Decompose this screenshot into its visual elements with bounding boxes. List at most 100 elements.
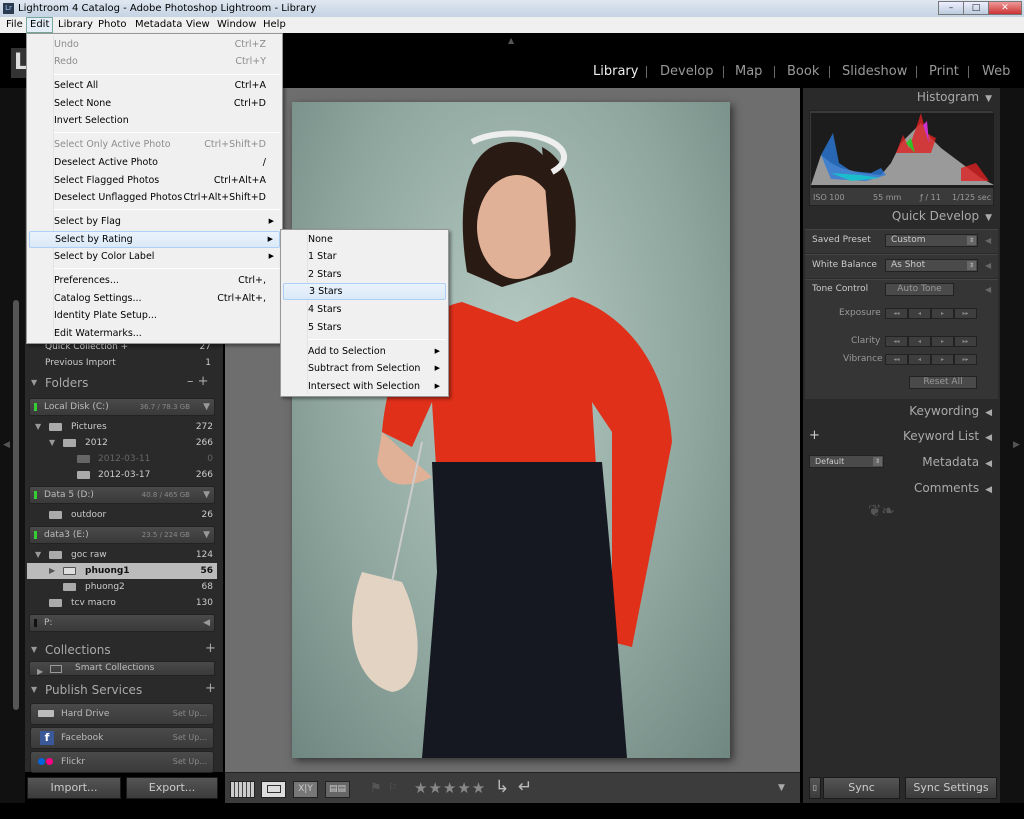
comments-header[interactable]: Comments ◀ — [914, 481, 992, 495]
clarity-increase[interactable]: ▸ — [931, 336, 954, 347]
menu-item-undo[interactable]: Undo Ctrl+Z — [29, 36, 280, 53]
submenu-5-stars[interactable]: 5 Stars — [283, 319, 446, 336]
histogram-header[interactable]: Histogram ▼ — [917, 90, 992, 104]
module-develop[interactable]: Develop — [660, 64, 714, 79]
submenu-3-stars[interactable]: 3 Stars — [283, 283, 446, 300]
menu-help[interactable]: Help — [260, 17, 289, 33]
folder-2012[interactable]: ▼ 2012 266 — [27, 435, 217, 451]
folder-tcv-macro[interactable]: tcv macro 130 — [27, 595, 217, 611]
sync-settings-button[interactable]: Sync Settings — [905, 777, 997, 799]
menu-item-select-by-color-label[interactable]: Select by Color Label ▶ — [29, 248, 280, 265]
collapse-top-icon[interactable]: ▲ — [508, 36, 514, 45]
menu-item-redo[interactable]: Redo Ctrl+Y — [29, 53, 280, 70]
exposure-increase[interactable]: ▸ — [931, 308, 954, 319]
folder-2012-03-17[interactable]: 2012-03-17 266 — [27, 467, 217, 483]
volume-e[interactable]: data3 (E:) 23.5 / 224 GB ▼ — [29, 526, 215, 544]
histogram[interactable]: ISO 100 55 mm ƒ / 11 1/125 sec — [809, 110, 994, 206]
collections-expand-icon[interactable]: ▼ — [31, 645, 37, 654]
submenu-2-stars[interactable]: 2 Stars — [283, 266, 446, 283]
folder-2012-03-11[interactable]: 2012-03-11 0 — [27, 451, 217, 467]
photo-preview[interactable] — [292, 102, 730, 758]
smart-collections[interactable]: ▶ Smart Collections — [29, 661, 215, 676]
add-publish-service-icon[interactable]: + — [205, 681, 216, 696]
menu-item-select-only-active[interactable]: Select Only Active Photo Ctrl+Shift+D — [29, 136, 280, 153]
menu-window[interactable]: Window — [214, 17, 259, 33]
menu-view[interactable]: View — [183, 17, 213, 33]
metadata-preset-select[interactable]: Default ⇕ — [809, 455, 884, 468]
vibrance-increase[interactable]: ▸ — [931, 354, 954, 365]
volume-p[interactable]: P: ◀ — [29, 614, 215, 632]
collections-header[interactable]: Collections — [45, 643, 111, 657]
folders-expand-icon[interactable]: ▼ — [31, 378, 37, 387]
flag-icon[interactable]: ⚑ — [370, 781, 382, 796]
reset-all-button[interactable]: Reset All — [909, 376, 977, 389]
sync-button[interactable]: Sync — [823, 777, 900, 799]
minimize-button[interactable]: – — [938, 1, 964, 15]
menu-item-select-none[interactable]: Select None Ctrl+D — [29, 95, 280, 112]
clarity-decrease[interactable]: ◂ — [908, 336, 931, 347]
exposure-decrease[interactable]: ◂ — [908, 308, 931, 319]
exposure-increase-large[interactable]: ▸▸ — [954, 308, 977, 319]
menu-photo[interactable]: Photo — [95, 17, 130, 33]
submenu-none[interactable]: None — [283, 231, 446, 248]
module-map[interactable]: Map — [735, 64, 762, 79]
menu-item-deselect-active[interactable]: Deselect Active Photo / — [29, 154, 280, 171]
submenu-1-star[interactable]: 1 Star — [283, 248, 446, 265]
module-book[interactable]: Book — [787, 64, 819, 79]
add-collection-icon[interactable]: + — [205, 641, 216, 656]
close-button[interactable]: ✕ — [988, 1, 1022, 15]
folder-goc-raw[interactable]: ▼ goc raw 124 — [27, 547, 217, 563]
grid-view-button[interactable] — [230, 781, 255, 798]
submenu-4-stars[interactable]: 4 Stars — [283, 301, 446, 318]
auto-sync-toggle[interactable]: ▯ — [809, 777, 821, 799]
collapse-left-icon[interactable]: ◀ — [3, 440, 10, 450]
menu-item-select-by-rating[interactable]: Select by Rating ▶ — [29, 231, 280, 248]
clarity-increase-large[interactable]: ▸▸ — [954, 336, 977, 347]
menu-file[interactable]: File — [3, 17, 26, 33]
maximize-button[interactable]: □ — [963, 1, 989, 15]
module-print[interactable]: Print — [929, 64, 959, 79]
menu-metadata[interactable]: Metadata — [132, 17, 185, 33]
export-button[interactable]: Export... — [126, 777, 218, 799]
import-button[interactable]: Import... — [27, 777, 121, 799]
menu-item-select-flagged[interactable]: Select Flagged Photos Ctrl+Alt+A — [29, 172, 280, 189]
volume-d[interactable]: Data 5 (D:) 40.8 / 465 GB ▼ — [29, 486, 215, 504]
publish-facebook[interactable]: f Facebook Set Up... — [30, 727, 214, 749]
publish-hard-drive[interactable]: Hard Drive Set Up... — [30, 703, 214, 725]
quick-develop-header[interactable]: Quick Develop ▼ — [892, 209, 992, 223]
folder-phuong2[interactable]: phuong2 68 — [27, 579, 217, 595]
auto-tone-button[interactable]: Auto Tone — [885, 283, 954, 296]
menu-item-identity-plate[interactable]: Identity Plate Setup... — [29, 307, 280, 324]
compare-view-button[interactable]: X|Y — [293, 781, 318, 798]
publish-services-header[interactable]: Publish Services — [45, 683, 142, 697]
submenu-intersect-with-selection[interactable]: Intersect with Selection ▶ — [283, 378, 446, 395]
menu-edit[interactable]: Edit — [26, 17, 54, 33]
white-balance-select[interactable]: As Shot ⇕ — [885, 259, 978, 272]
keyword-list-header[interactable]: Keyword List ◀ — [903, 429, 992, 443]
folders-header[interactable]: Folders — [45, 376, 88, 390]
remove-folder-icon[interactable]: – + — [187, 374, 209, 389]
module-slideshow[interactable]: Slideshow — [842, 64, 907, 79]
survey-view-button[interactable]: ▤▤ — [325, 781, 350, 798]
reject-flag-icon[interactable]: ⚐ — [388, 781, 398, 794]
folder-pictures[interactable]: ▼ Pictures 272 — [27, 419, 217, 435]
clarity-decrease-large[interactable]: ◂◂ — [885, 336, 908, 347]
publish-flickr[interactable]: Flickr Set Up... — [30, 751, 214, 773]
collapse-right-icon[interactable]: ▶ — [1013, 440, 1020, 450]
menu-item-deselect-unflagged[interactable]: Deselect Unflagged Photos Ctrl+Alt+Shift+… — [29, 189, 280, 206]
add-keyword-icon[interactable]: + — [809, 428, 820, 443]
module-library[interactable]: Library — [593, 64, 638, 79]
toolbar-menu-icon[interactable]: ▼ — [778, 783, 785, 793]
menu-item-select-by-flag[interactable]: Select by Flag ▶ — [29, 213, 280, 230]
menu-item-preferences[interactable]: Preferences... Ctrl+, — [29, 272, 280, 289]
submenu-subtract-from-selection[interactable]: Subtract from Selection ▶ — [283, 360, 446, 377]
metadata-header[interactable]: Metadata ◀ — [922, 455, 992, 469]
menu-item-select-all[interactable]: Select All Ctrl+A — [29, 77, 280, 94]
publish-expand-icon[interactable]: ▼ — [31, 685, 37, 694]
menu-item-invert-selection[interactable]: Invert Selection — [29, 112, 280, 129]
submenu-add-to-selection[interactable]: Add to Selection ▶ — [283, 343, 446, 360]
vibrance-decrease[interactable]: ◂ — [908, 354, 931, 365]
left-panel-scrollbar[interactable] — [13, 300, 19, 710]
folder-outdoor[interactable]: outdoor 26 — [27, 507, 217, 523]
loupe-view-button[interactable] — [261, 781, 286, 798]
